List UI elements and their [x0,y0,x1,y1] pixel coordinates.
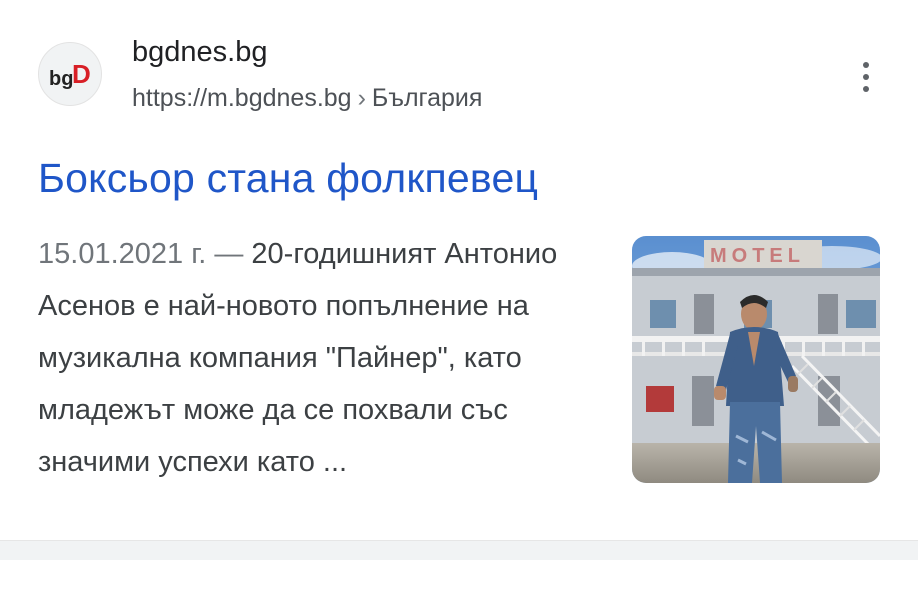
motel-sign-text: MOTEL [710,245,805,267]
search-result: bg D bgdnes.bg https://m.bgdnes.bg › Бълга… [0,0,918,540]
site-url-breadcrumb[interactable]: https://m.bgdnes.bg › България [132,80,482,116]
motel-photo-image: MOTEL [632,236,880,483]
site-name[interactable]: bgdnes.bg [132,32,267,72]
more-vert-icon-dot [863,62,869,68]
more-options-button[interactable] [846,54,886,100]
result-thumbnail[interactable]: MOTEL [632,236,880,483]
more-vert-icon-dot [863,74,869,80]
favicon-bg-text: bg [49,68,73,90]
more-vert-icon-dot [863,86,869,92]
breadcrumb-separator: › [357,84,366,112]
site-url: https://m.bgdnes.bg [132,84,352,112]
result-title-link[interactable]: Боксьор стана фолкпевец [38,150,538,206]
result-date: 15.01.2021 г. [38,238,207,270]
favicon-d-text: D [72,59,91,89]
date-dash: — [206,238,252,270]
bgdnes-logo-icon: bg D [49,59,91,90]
results-divider [0,540,918,560]
result-snippet: 15.01.2021 г. — 20-годишният Антонио Асе… [38,228,608,488]
next-result-card [0,560,918,606]
site-favicon[interactable]: bg D [38,42,102,106]
breadcrumb-path: България [371,84,483,112]
snippet-text: 20-годишният Антонио Асенов е най-новото… [38,238,558,478]
